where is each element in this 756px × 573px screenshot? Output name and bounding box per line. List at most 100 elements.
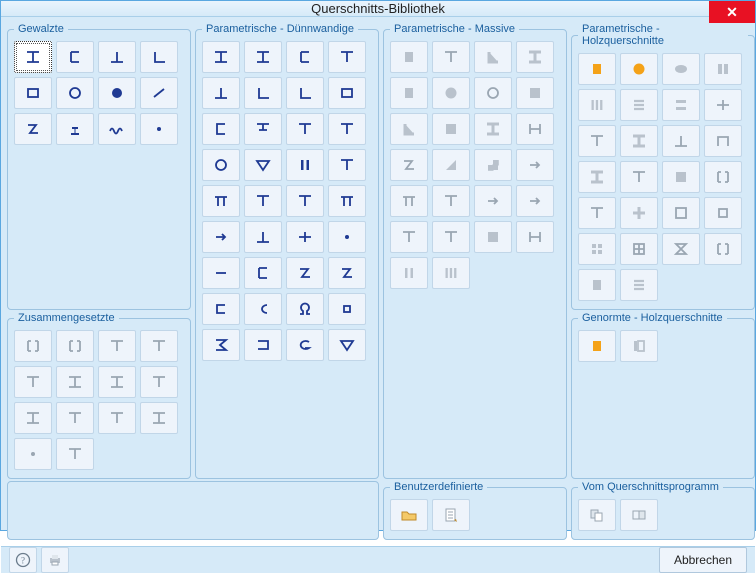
section-tee-down-button[interactable] <box>98 41 136 73</box>
section-i-beam-button[interactable] <box>202 41 240 73</box>
section-down-tri-button[interactable] <box>244 149 282 181</box>
section-duplicate-button[interactable] <box>578 499 616 531</box>
section-g-shape-button[interactable] <box>286 329 324 361</box>
section-tee-down-2-button[interactable] <box>244 221 282 253</box>
section-rect-small-button[interactable] <box>328 293 366 325</box>
section-document-button[interactable] <box>432 499 470 531</box>
section-u-fill-button[interactable] <box>432 113 470 145</box>
section-tee-over-i-button[interactable] <box>98 330 136 362</box>
section-z-right-button[interactable] <box>328 257 366 289</box>
section-i-rect-button[interactable] <box>620 330 658 362</box>
section-tee-solid-button[interactable] <box>432 41 470 73</box>
section-hourglass-button[interactable] <box>662 233 700 265</box>
help-button[interactable]: ? <box>9 547 37 573</box>
section-u-thin-button[interactable] <box>662 161 700 193</box>
section-i-pair-button[interactable] <box>56 366 94 398</box>
section-l-fill-button[interactable] <box>390 113 428 145</box>
close-button[interactable]: ✕ <box>709 1 755 23</box>
section-double-box-button[interactable] <box>704 197 742 229</box>
section-bars-2-button[interactable] <box>390 257 428 289</box>
section-omega-button[interactable] <box>286 293 324 325</box>
section-i-boxed-button[interactable] <box>140 402 178 434</box>
section-subset-button[interactable] <box>244 293 282 325</box>
section-square-button[interactable] <box>390 77 428 109</box>
section-double-bar-button[interactable] <box>286 149 324 181</box>
section-tee-mirror-button[interactable] <box>98 402 136 434</box>
section-u-small-button[interactable] <box>474 221 512 253</box>
section-tee-flip-button[interactable] <box>328 113 366 145</box>
section-tee-flip-wood-button[interactable] <box>578 197 616 229</box>
section-z-fill-button[interactable] <box>390 149 428 181</box>
section-i-beam-wide-button[interactable] <box>244 41 282 73</box>
section-grid4-button[interactable] <box>578 233 616 265</box>
section-rail-button[interactable] <box>56 113 94 145</box>
section-menu-bars-button[interactable] <box>620 269 658 301</box>
section-double-i-wood-button[interactable] <box>704 161 742 193</box>
section-point-symbol-button[interactable] <box>140 113 178 145</box>
section-rect-solid-button[interactable] <box>578 53 616 85</box>
section-arrow-button[interactable] <box>516 149 554 181</box>
section-circle-button[interactable] <box>202 149 240 181</box>
section-channel-r-button[interactable] <box>202 113 240 145</box>
section-double-i-alt-button[interactable] <box>704 233 742 265</box>
section-angle-L-button[interactable] <box>286 77 324 109</box>
section-rect-solid-button[interactable] <box>390 41 428 73</box>
section-tee-single-button[interactable] <box>56 438 94 470</box>
section-h-fill-button[interactable] <box>516 113 554 145</box>
section-bars-3-button[interactable] <box>432 257 470 289</box>
section-tee-pair-down-button[interactable] <box>14 366 52 398</box>
section-tee-top-button[interactable] <box>286 113 324 145</box>
section-corrugated-button[interactable] <box>98 113 136 145</box>
section-channel-open-button[interactable] <box>244 257 282 289</box>
section-round-bar-button[interactable] <box>98 77 136 109</box>
section-z-section-button[interactable] <box>14 113 52 145</box>
section-i-bracket-button[interactable] <box>14 402 52 434</box>
section-down-tri-2-button[interactable] <box>328 329 366 361</box>
section-step-button[interactable] <box>474 149 512 181</box>
section-square-small-button[interactable] <box>578 269 616 301</box>
section-tee-pair-fill-button[interactable] <box>432 221 470 253</box>
section-dash-stack-button[interactable] <box>620 89 658 121</box>
section-round-tube-button[interactable] <box>56 77 94 109</box>
section-u-narrow-button[interactable] <box>516 185 554 217</box>
cancel-button[interactable]: Abbrechen <box>659 547 747 573</box>
section-cap-wood-button[interactable] <box>704 125 742 157</box>
section-double-i-button[interactable] <box>14 330 52 362</box>
section-tee-thin-button[interactable] <box>620 161 658 193</box>
section-folder-button[interactable] <box>390 499 428 531</box>
section-half-circle-button[interactable] <box>474 77 512 109</box>
section-l-solid-button[interactable] <box>474 41 512 73</box>
section-h-bars-button[interactable] <box>662 89 700 121</box>
section-tee-wood-button[interactable] <box>578 125 616 157</box>
section-circle-solid-button[interactable] <box>432 77 470 109</box>
section-double-i-join-button[interactable] <box>56 330 94 362</box>
section-i-solid-button[interactable] <box>516 41 554 73</box>
section-ellipse-button[interactable] <box>662 53 700 85</box>
section-sigma-button[interactable] <box>202 329 240 361</box>
section-tee-fill-button[interactable] <box>432 185 470 217</box>
section-channel-button[interactable] <box>286 41 324 73</box>
print-button[interactable] <box>41 547 69 573</box>
section-dot-button[interactable] <box>328 221 366 253</box>
section-h-small-button[interactable] <box>516 221 554 253</box>
section-link-shape-button[interactable] <box>620 499 658 531</box>
section-i-beam-button[interactable] <box>14 41 52 73</box>
section-triple-bar-button[interactable] <box>578 89 616 121</box>
section-u-solid-button[interactable] <box>516 77 554 109</box>
section-tee-down-button[interactable] <box>202 77 240 109</box>
section-tee-pair-button[interactable] <box>140 330 178 362</box>
section-i-fill-button[interactable] <box>474 113 512 145</box>
section-i-flip-button[interactable] <box>98 366 136 398</box>
section-angle-button[interactable] <box>244 77 282 109</box>
section-pi-fill-button[interactable] <box>390 185 428 217</box>
section-plus-button[interactable] <box>286 221 324 253</box>
section-h-narrow-button[interactable] <box>474 185 512 217</box>
section-i-stub-button[interactable] <box>244 113 282 145</box>
section-tee-small-button[interactable] <box>390 221 428 253</box>
section-channel-left-button[interactable] <box>56 41 94 73</box>
section-tee-down-wood-button[interactable] <box>662 125 700 157</box>
section-angle-open-button[interactable] <box>140 77 178 109</box>
section-tee-bracket-button[interactable] <box>56 402 94 434</box>
section-dots-button[interactable] <box>14 438 52 470</box>
section-tee-stack-button[interactable] <box>140 366 178 398</box>
